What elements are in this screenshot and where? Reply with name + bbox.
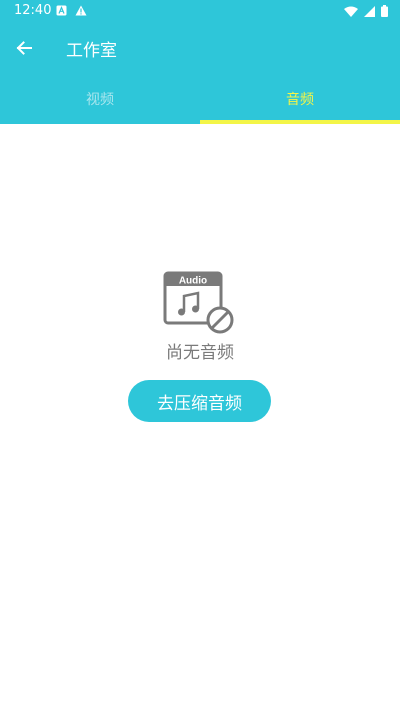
arrow-left-icon — [15, 39, 33, 57]
tab-video[interactable]: 视频 — [0, 74, 200, 124]
audio-icon-label: Audio — [179, 276, 207, 287]
wifi-icon — [344, 6, 358, 17]
tab-video-label: 视频 — [86, 92, 114, 108]
compress-audio-button-label: 去压缩音频 — [157, 393, 242, 414]
signal-icon — [364, 5, 375, 17]
empty-message: 尚无音频 — [166, 343, 234, 363]
tab-indicator — [200, 120, 400, 124]
status-right-icons — [344, 5, 388, 17]
status-left-icons — [56, 5, 87, 16]
page-title: 工作室 — [66, 41, 117, 61]
a-badge-icon — [56, 5, 67, 16]
compress-audio-button[interactable]: 去压缩音频 — [128, 380, 271, 422]
app-header: 12:40 工作室 视频 音频 — [0, 0, 400, 124]
battery-icon — [381, 5, 388, 17]
empty-state: Audio 尚无音频 — [0, 268, 400, 363]
tab-audio-label: 音频 — [286, 92, 314, 108]
status-bar: 12:40 — [0, 0, 400, 24]
status-time: 12:40 — [14, 3, 52, 18]
warning-icon — [75, 5, 87, 16]
audio-file-disabled-icon: Audio — [160, 268, 240, 334]
tab-bar: 视频 音频 — [0, 74, 400, 124]
tab-audio[interactable]: 音频 — [200, 74, 400, 124]
toolbar: 工作室 — [0, 24, 400, 70]
back-button[interactable] — [10, 34, 38, 62]
